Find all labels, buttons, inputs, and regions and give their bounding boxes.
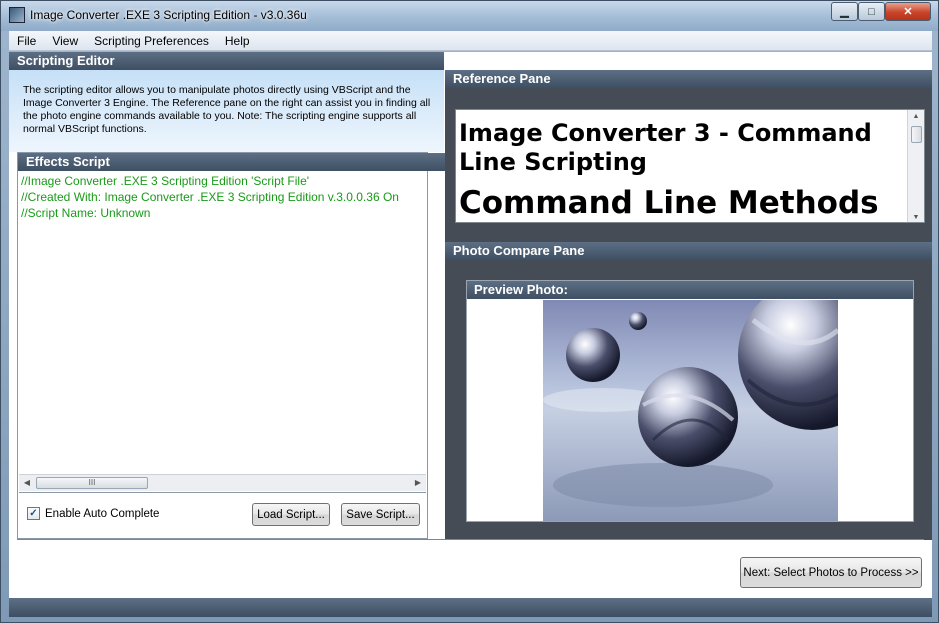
script-editor[interactable]: //Image Converter .EXE 3 Scripting Editi…: [19, 172, 426, 475]
scripting-editor-header: Scripting Editor: [9, 52, 444, 70]
script-controls: ✓ Enable Auto Complete Load Script... Sa…: [19, 492, 426, 538]
scroll-down-icon[interactable]: ▼: [908, 214, 924, 221]
separator: [17, 539, 924, 540]
effects-script-header: Effects Script: [18, 153, 453, 171]
reference-pane[interactable]: Image Converter 3 - Command Line Scripti…: [455, 109, 925, 223]
scroll-up-icon[interactable]: ▲: [908, 113, 924, 120]
auto-complete-option[interactable]: ✓ Enable Auto Complete: [27, 507, 159, 520]
scroll-left-icon[interactable]: ◀: [22, 478, 32, 487]
scripting-editor-description: The scripting editor allows you to manip…: [9, 70, 444, 152]
maximize-icon[interactable]: □: [858, 2, 885, 21]
reference-title: Image Converter 3 - Command Line Scripti…: [459, 119, 872, 176]
scroll-right-icon[interactable]: ▶: [413, 478, 423, 487]
script-line: //Created With: Image Converter .EXE 3 S…: [21, 190, 399, 204]
scroll-thumb[interactable]: [911, 126, 922, 143]
scripting-editor-panel: Scripting Editor The scripting editor al…: [9, 52, 453, 540]
menu-view[interactable]: View: [44, 34, 86, 48]
load-script-button[interactable]: Load Script...: [252, 503, 330, 526]
status-bar: [9, 598, 932, 617]
menu-help[interactable]: Help: [217, 34, 258, 48]
title-bar[interactable]: Image Converter .EXE 3 Scripting Edition…: [1, 1, 938, 31]
vertical-scrollbar[interactable]: ▲ ▼: [907, 110, 924, 222]
menu-scripting-preferences[interactable]: Scripting Preferences: [86, 34, 217, 48]
auto-complete-checkbox[interactable]: ✓: [27, 507, 40, 520]
spheres-image: [543, 300, 838, 521]
script-line: //Image Converter .EXE 3 Scripting Editi…: [21, 174, 310, 188]
menu-file[interactable]: File: [9, 34, 44, 48]
preview-photo: [543, 300, 838, 521]
photo-compare-header: Photo Compare Pane: [445, 242, 932, 260]
script-line: //Script Name: Unknown: [21, 206, 151, 220]
client-area: Scripting Editor The scripting editor al…: [9, 52, 932, 617]
preview-photo-box: Preview Photo:: [466, 280, 914, 522]
reference-pane-header: Reference Pane: [445, 70, 932, 88]
reference-subtitle: Command Line Methods: [459, 185, 879, 221]
save-script-button[interactable]: Save Script...: [341, 503, 420, 526]
app-window: Image Converter .EXE 3 Scripting Edition…: [0, 0, 939, 623]
minimize-icon[interactable]: ▁: [831, 2, 858, 21]
next-select-photos-button[interactable]: Next: Select Photos to Process >>: [740, 557, 922, 588]
menu-bar: File View Scripting Preferences Help: [9, 31, 932, 51]
horizontal-scrollbar[interactable]: ◀ III ▶: [19, 474, 426, 491]
app-icon[interactable]: [9, 7, 25, 23]
scroll-thumb[interactable]: III: [36, 477, 148, 489]
window-title: Image Converter .EXE 3 Scripting Edition…: [30, 8, 307, 22]
caption-buttons: ▁ □ ✕: [831, 2, 931, 21]
reference-content: Image Converter 3 - Command Line Scripti…: [457, 110, 908, 221]
auto-complete-label: Enable Auto Complete: [45, 507, 160, 520]
effects-script-box: Effects Script //Image Converter .EXE 3 …: [17, 152, 453, 539]
preview-photo-header: Preview Photo:: [467, 281, 913, 299]
close-icon[interactable]: ✕: [885, 2, 931, 21]
